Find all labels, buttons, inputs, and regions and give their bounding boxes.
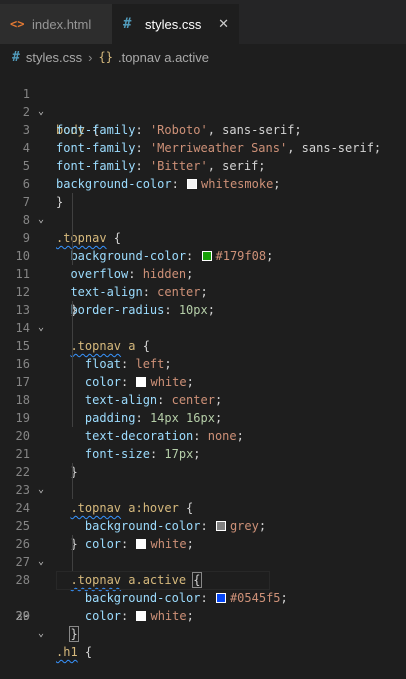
code-line[interactable]: 8 background-color: #179f08; <box>0 193 406 263</box>
indent-guide <box>72 301 73 319</box>
code-line[interactable]: 15 color: white; <box>0 319 406 389</box>
tab-index-html[interactable]: <> index.html <box>0 4 113 44</box>
code-line[interactable]: 5 background-color: whitesmoke; <box>0 139 406 191</box>
code-line[interactable]: 30 ⌄ .h1 { <box>0 589 406 659</box>
code-line[interactable]: 18 text-decoration: none; <box>0 373 406 443</box>
tab-label: styles.css <box>145 16 202 32</box>
code-line[interactable]: 20 <box>0 409 406 443</box>
indent-guide <box>72 391 73 409</box>
indent-guide <box>72 409 73 427</box>
code-line[interactable]: 17 padding: 14px 16px; <box>0 355 406 425</box>
editor-tab-bar: <> index.html # styles.css ✕ <box>0 4 406 44</box>
code-line[interactable]: 14 float: left; <box>0 301 406 371</box>
css-file-icon: # <box>123 16 132 32</box>
code-line[interactable]: 19 font-size: 17px; <box>0 391 406 461</box>
code-line[interactable]: 28 color: white; <box>0 553 406 623</box>
indent-guide <box>72 193 73 211</box>
indent-guide <box>72 211 73 229</box>
indent-guide <box>72 229 73 247</box>
matched-bracket: } <box>69 626 79 642</box>
code-line[interactable]: 4 font-family: 'Bitter', serif; <box>0 121 406 173</box>
code-line[interactable]: 22 ⌄ .topnav a:hover { <box>0 445 406 515</box>
code-line[interactable]: 26 ⌄ .topnav a.active { <box>0 517 406 588</box>
css-selector-symbol-icon: {} <box>98 50 113 64</box>
text-cursor <box>77 627 79 642</box>
breadcrumb: # styles.css › {} .topnav a.active <box>0 46 406 68</box>
close-icon[interactable]: ✕ <box>218 16 229 32</box>
tab-label: index.html <box>32 16 92 32</box>
code-editor[interactable]: 1 ⌄ body { 2 font-family: 'Roboto', sans… <box>0 67 406 659</box>
css-value: white <box>150 609 187 623</box>
tab-styles-css[interactable]: # styles.css ✕ <box>113 4 239 44</box>
indent-guide <box>72 463 73 481</box>
indent-guide <box>72 553 73 571</box>
code-line[interactable]: 7 ⌄ .topnav { <box>0 175 406 245</box>
css-property: color <box>84 609 122 623</box>
breadcrumb-file[interactable]: styles.css <box>26 50 82 65</box>
indent-guide <box>72 337 73 355</box>
indent-guide <box>72 481 73 499</box>
css-selector: .h1 <box>56 645 78 659</box>
chevron-down-icon[interactable]: ⌄ <box>38 625 44 643</box>
code-line[interactable]: 13 ⌄ .topnav a { <box>0 283 406 353</box>
code-line[interactable]: 25 } <box>0 499 406 551</box>
code-line[interactable]: 21 } <box>0 427 406 479</box>
html-file-icon: <> <box>10 17 25 31</box>
indent-guide <box>72 373 73 391</box>
code-line[interactable]: 23 background-color: grey; <box>0 463 406 533</box>
code-line[interactable]: 24 color: white; <box>0 481 406 551</box>
code-line[interactable]: 1 ⌄ body { <box>0 67 406 137</box>
code-line[interactable]: 10 text-align: center; <box>0 229 406 299</box>
css-file-icon: # <box>12 49 20 65</box>
code-line[interactable]: 16 text-align: center; <box>0 337 406 407</box>
code-line[interactable]: 12 } <box>0 265 406 317</box>
code-line[interactable]: 2 font-family: 'Roboto', sans-serif; <box>0 85 406 137</box>
indent-guide <box>72 355 73 373</box>
chevron-right-icon: › <box>88 49 93 65</box>
indent-guide <box>72 319 73 337</box>
code-line[interactable]: 9 overflow: hidden; <box>0 211 406 281</box>
code-line[interactable]: 3 font-family: 'Merriweather Sans', sans… <box>0 103 406 155</box>
code-line[interactable]: 11 border-radius: 10px; <box>0 247 406 317</box>
code-line[interactable]: 6 } <box>0 157 406 209</box>
current-line-highlight <box>56 571 270 590</box>
indent-guide <box>72 535 73 553</box>
code-line[interactable]: 27 background-color: #0545f5; <box>0 535 406 605</box>
indent-guide <box>72 247 73 265</box>
color-swatch[interactable] <box>136 610 147 621</box>
line-number: 30 <box>15 609 30 623</box>
breadcrumb-symbol[interactable]: .topnav a.active <box>118 50 209 65</box>
code-line-current[interactable]: 29 } <box>0 571 406 642</box>
